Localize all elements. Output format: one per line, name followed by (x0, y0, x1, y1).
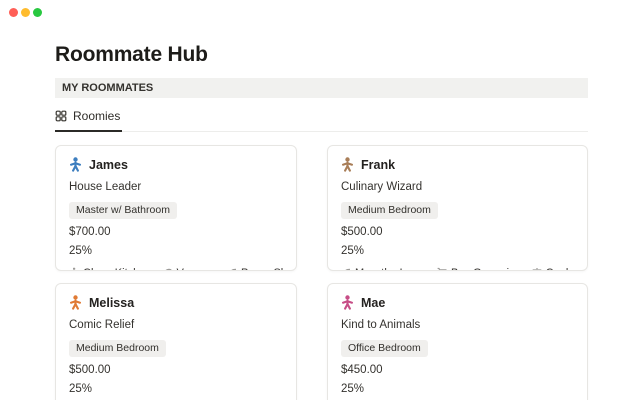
person-icon (341, 295, 354, 310)
leaf-icon (227, 267, 237, 271)
person-icon (69, 157, 82, 172)
room-tag: Medium Bedroom (69, 340, 166, 357)
window-titlebar (0, 0, 640, 24)
section-banner: MY ROOMMATES (55, 78, 588, 98)
split-percent: 25% (341, 245, 574, 258)
spray-bottle-icon (69, 267, 79, 271)
tab-label: Roomies (73, 109, 120, 123)
task-chip[interactable]: Vacuum (163, 267, 217, 272)
shopping-cart-icon (437, 267, 447, 271)
task-label: Mow the Lawn (355, 267, 426, 272)
roommate-card[interactable]: Frank Culinary Wizard Medium Bedroom $50… (327, 145, 588, 271)
task-label: Clean Kitchen (83, 267, 152, 272)
roommate-card[interactable]: Melissa Comic Relief Medium Bedroom $500… (55, 283, 297, 400)
task-chip[interactable]: Cook Friday night dinner (532, 267, 574, 272)
task-chip[interactable]: Buy Groceries (437, 267, 521, 272)
task-label: Buy Groceries (451, 267, 521, 272)
roommate-name: Mae (361, 296, 385, 310)
room-tag: Master w/ Bathroom (69, 202, 177, 219)
roommate-card[interactable]: James House Leader Master w/ Bathroom $7… (55, 145, 297, 271)
person-icon (341, 157, 354, 172)
task-label: Cook Friday night dinner (546, 267, 574, 272)
roommate-name: James (89, 158, 128, 172)
cooking-pot-icon (532, 267, 542, 271)
split-percent: 25% (69, 383, 283, 396)
tab-roomies[interactable]: Roomies (55, 105, 122, 132)
zoom-button[interactable] (33, 8, 42, 17)
view-tabbar: Roomies (55, 105, 588, 132)
task-label: Vacuum (177, 267, 217, 272)
minimize-button[interactable] (21, 8, 30, 17)
roommate-name: Frank (361, 158, 395, 172)
task-chip[interactable]: Mow the Lawn (341, 267, 426, 272)
vacuum-hose-icon (163, 267, 173, 271)
section-banner-label: MY ROOMMATES (62, 82, 153, 94)
page-title: Roommate Hub (55, 43, 588, 67)
page-content: Roommate Hub MY ROOMMATES Roomies (0, 43, 640, 400)
rent-amount: $700.00 (69, 226, 283, 239)
split-percent: 25% (69, 245, 283, 258)
rent-amount: $500.00 (341, 226, 574, 239)
roommate-role: House Leader (69, 181, 283, 194)
roommate-role: Kind to Animals (341, 319, 574, 332)
rent-amount: $450.00 (341, 364, 574, 377)
roommate-name: Melissa (89, 296, 134, 310)
room-tag: Office Bedroom (341, 340, 428, 357)
task-chip[interactable]: Prune Shrubs (227, 267, 283, 272)
roommate-card[interactable]: Mae Kind to Animals Office Bedroom $450.… (327, 283, 588, 400)
roommate-role: Culinary Wizard (341, 181, 574, 194)
rent-amount: $500.00 (69, 364, 283, 377)
room-tag: Medium Bedroom (341, 202, 438, 219)
cards-grid: James House Leader Master w/ Bathroom $7… (55, 145, 588, 400)
task-label: Prune Shrubs (241, 267, 283, 272)
task-list: Clean Kitchen Vacuum Prune Shrubs (69, 267, 283, 272)
leaf-icon (341, 267, 351, 271)
close-button[interactable] (9, 8, 18, 17)
person-icon (69, 295, 82, 310)
task-list: Mow the Lawn Buy Groceries Cook Friday n… (341, 267, 574, 272)
split-percent: 25% (341, 383, 574, 396)
roommate-role: Comic Relief (69, 319, 283, 332)
task-chip[interactable]: Clean Kitchen (69, 267, 152, 272)
gallery-grid-icon (55, 110, 67, 122)
